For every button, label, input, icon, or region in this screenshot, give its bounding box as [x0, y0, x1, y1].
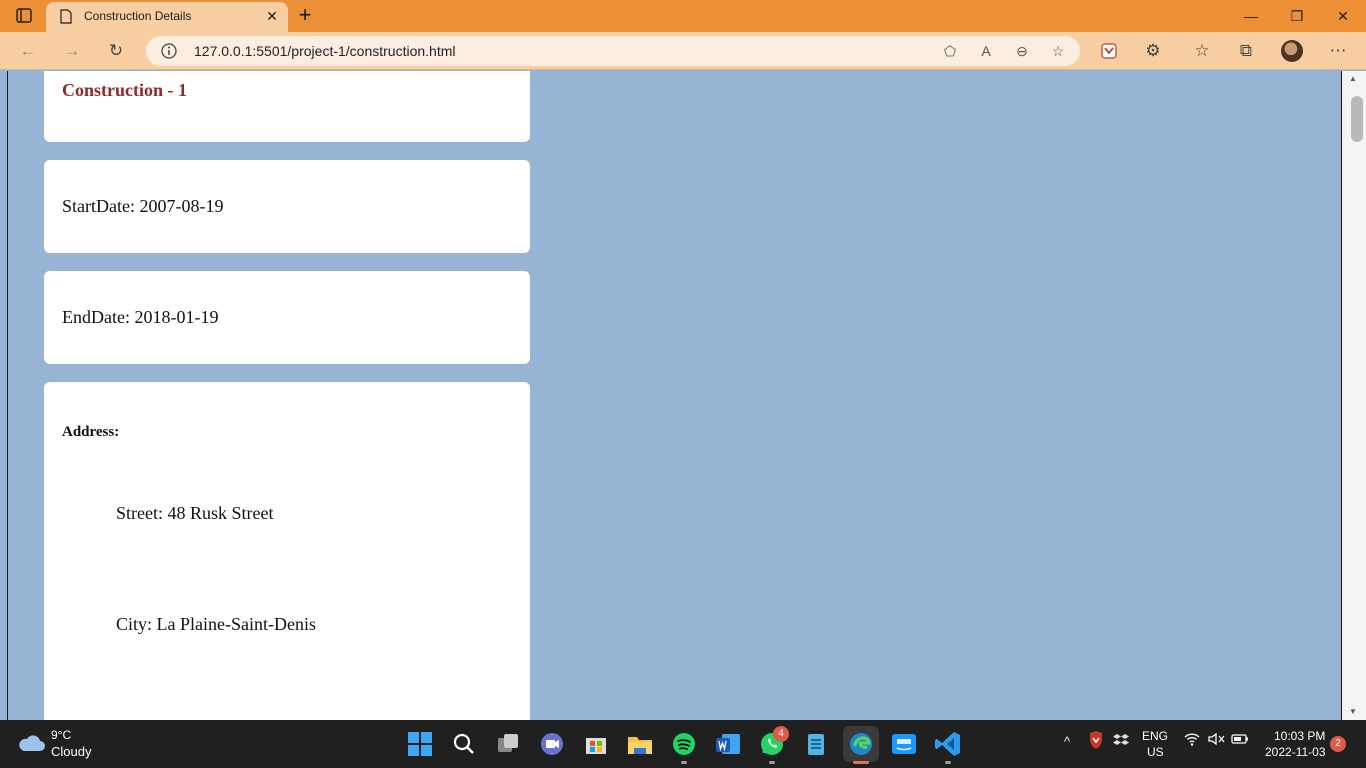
spotify-icon[interactable] [668, 728, 700, 760]
file-explorer-icon[interactable] [624, 728, 656, 760]
vscode-icon[interactable] [932, 728, 964, 760]
search-icon[interactable] [448, 728, 480, 760]
whatsapp-badge: 4 [773, 726, 789, 742]
clock-time[interactable]: 10:03 PM [1274, 729, 1325, 743]
taskbar: 9°C Cloudy 4 ^ ENG US 10:03 PM 2022-11-0… [0, 720, 1366, 768]
address-bar[interactable]: 127.0.0.1:5501/project-1/construction.ht… [146, 36, 1080, 66]
page-left-border [7, 71, 8, 720]
close-window-button[interactable]: ✕ [1320, 0, 1366, 32]
browser-title-bar: Construction Details ✕ + — ❐ ✕ [0, 0, 1366, 32]
address-label: Address: [62, 424, 120, 440]
dropbox-icon[interactable] [1113, 730, 1129, 753]
zoom-out-icon[interactable]: ⊖ [1012, 41, 1032, 61]
wifi-icon[interactable] [1184, 731, 1200, 750]
shield-extension-icon[interactable] [1095, 38, 1123, 64]
favorites-icon[interactable]: ☆ [1188, 38, 1216, 64]
close-tab-icon[interactable]: ✕ [262, 6, 282, 26]
whatsapp-running-indicator [769, 761, 775, 764]
start-menu-icon[interactable] [404, 728, 436, 760]
address-card: Address: Street: 48 Rusk Street City: La… [44, 382, 530, 720]
end-date-card: EndDate: 2018-01-19 [44, 271, 530, 364]
start-date-card: StartDate: 2007-08-19 [44, 160, 530, 253]
page-scrollbar[interactable] [1342, 71, 1366, 720]
language-indicator[interactable]: ENG [1142, 729, 1168, 743]
minimize-button[interactable]: — [1228, 0, 1274, 32]
word-icon[interactable] [712, 728, 744, 760]
cloud-icon[interactable] [17, 733, 45, 753]
spotify-running-indicator [681, 761, 687, 764]
browser-toolbar: ← → ↻ 127.0.0.1:5501/project-1/construct… [0, 32, 1366, 70]
page-icon [60, 9, 72, 24]
tab-title: Construction Details [84, 9, 192, 23]
notepad-icon[interactable] [800, 728, 832, 760]
url-text[interactable]: 127.0.0.1:5501/project-1/construction.ht… [194, 43, 456, 59]
tab-actions-icon[interactable] [10, 5, 38, 27]
read-aloud-icon[interactable]: A [976, 41, 996, 61]
refresh-icon[interactable]: ↻ [102, 38, 130, 64]
site-info-icon[interactable] [160, 42, 178, 60]
microsoft-store-icon[interactable] [580, 728, 612, 760]
street-text: Street: 48 Rusk Street [116, 503, 274, 523]
scroll-thumb[interactable] [1351, 96, 1363, 142]
task-view-icon[interactable] [492, 728, 524, 760]
restore-button[interactable]: ❐ [1274, 0, 1320, 32]
weather-description[interactable]: Cloudy [51, 744, 91, 759]
page-title: Construction - 1 [62, 80, 187, 100]
volume-muted-icon[interactable] [1207, 731, 1225, 750]
more-menu-icon[interactable]: ⋯ [1324, 38, 1352, 64]
teams-chat-icon[interactable] [536, 728, 568, 760]
start-date-text: StartDate: 2007-08-19 [62, 196, 224, 216]
title-card: Construction - 1 [44, 71, 530, 142]
profile-avatar[interactable] [1281, 40, 1303, 62]
vscode-running-indicator [945, 761, 951, 764]
battery-icon[interactable] [1231, 731, 1249, 750]
edge-active-indicator [853, 761, 869, 764]
region-indicator[interactable]: US [1147, 745, 1164, 759]
scroll-up-icon[interactable]: ▲ [1349, 74, 1357, 83]
tag-icon[interactable]: ⬠ [940, 41, 960, 61]
notification-badge[interactable]: 2 [1330, 736, 1346, 752]
page-viewport: Construction - 1 StartDate: 2007-08-19 E… [0, 71, 1366, 720]
forward-icon[interactable]: → [58, 38, 86, 64]
collections-icon[interactable]: ⧉ [1232, 38, 1260, 64]
scroll-down-icon[interactable]: ▼ [1349, 707, 1357, 716]
weather-temperature[interactable]: 9°C [51, 728, 71, 742]
new-tab-button[interactable]: + [292, 3, 318, 29]
clock-date[interactable]: 2022-11-03 [1265, 745, 1326, 759]
mcafee-icon[interactable] [1088, 730, 1104, 753]
back-icon[interactable]: ← [14, 38, 42, 64]
city-text: City: La Plaine-Saint-Denis [116, 614, 316, 634]
extensions-icon[interactable]: ⚙ [1139, 38, 1167, 64]
browser-tab[interactable]: Construction Details ✕ [46, 2, 288, 32]
add-favorite-icon[interactable]: ☆ [1048, 41, 1068, 61]
edge-icon[interactable] [843, 726, 879, 762]
chevron-up-icon[interactable]: ^ [1064, 734, 1070, 749]
end-date-text: EndDate: 2018-01-19 [62, 307, 219, 327]
prime-video-icon[interactable] [888, 728, 920, 760]
